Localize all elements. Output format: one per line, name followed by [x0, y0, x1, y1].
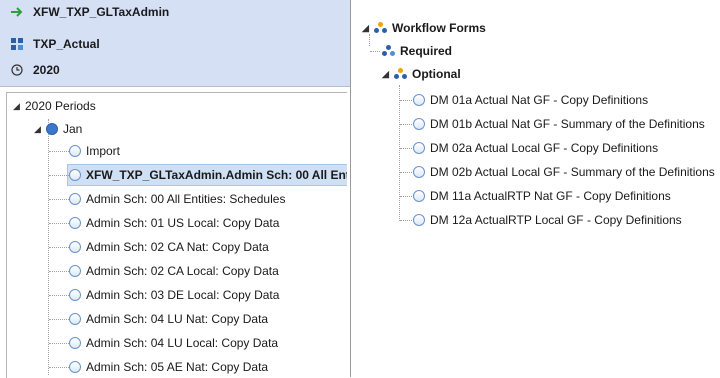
tree-connector	[400, 148, 412, 149]
tree-root-label: 2020 Periods	[25, 99, 96, 113]
workflow-name: XFW_TXP_GLTaxAdmin	[33, 5, 170, 19]
form-item[interactable]: DM 02b Actual Local GF - Summary of the …	[413, 162, 715, 182]
tree-item-selected-workflow[interactable]: XFW_TXP_GLTaxAdmin.Admin Sch: 00 All Ent…	[69, 165, 347, 185]
status-circle-icon	[69, 193, 81, 205]
time-value: 2020	[33, 63, 60, 77]
tree-connector	[49, 367, 69, 368]
tree-connector	[370, 51, 380, 52]
form-item-label: DM 11a ActualRTP Nat GF - Copy Definitio…	[430, 189, 671, 203]
tree-item-schedule[interactable]: Admin Sch: 03 DE Local: Copy Data	[69, 285, 279, 305]
tree-item-label: Admin Sch: 04 LU Nat: Copy Data	[86, 312, 269, 326]
clock-icon	[10, 64, 24, 76]
tree-connector	[49, 319, 69, 320]
tree-item-label: XFW_TXP_GLTaxAdmin.Admin Sch: 00 All Ent…	[86, 168, 347, 182]
tree-connector	[400, 220, 412, 221]
form-item[interactable]: DM 02a Actual Local GF - Copy Definition…	[413, 138, 658, 158]
tree-connector	[400, 172, 412, 173]
tree-connector	[49, 199, 69, 200]
status-circle-icon	[413, 118, 425, 130]
tree-connector	[49, 223, 69, 224]
tree-root-periods[interactable]: ◢ 2020 Periods	[13, 96, 96, 116]
tree-item-schedule[interactable]: Admin Sch: 02 CA Nat: Copy Data	[69, 237, 269, 257]
collapse-caret-icon: ◢	[362, 22, 369, 33]
tree-connector	[49, 343, 69, 344]
status-circle-icon	[413, 190, 425, 202]
periods-tree: ◢ 2020 Periods ◢ Jan Import XFW_TXP_GLTa…	[6, 92, 347, 378]
status-circle-icon	[46, 123, 58, 135]
tree-item-label: Admin Sch: 02 CA Local: Copy Data	[86, 264, 279, 278]
status-circle-icon	[69, 217, 81, 229]
tree-item-label: Admin Sch: 05 AE Nat: Copy Data	[86, 360, 269, 374]
workflow-forms-icon	[394, 68, 408, 80]
tree-item-label: Admin Sch: 00 All Entities: Schedules	[86, 192, 286, 206]
status-circle-icon	[69, 265, 81, 277]
form-item-label: DM 02a Actual Local GF - Copy Definition…	[430, 141, 659, 155]
form-item-label: DM 02b Actual Local GF - Summary of the …	[430, 165, 715, 179]
form-item-label: DM 01a Actual Nat GF - Copy Definitions	[430, 93, 649, 107]
tree-item-label: Admin Sch: 04 LU Local: Copy Data	[86, 336, 279, 350]
status-circle-icon	[69, 241, 81, 253]
scenario-row[interactable]: TXP_Actual	[10, 34, 100, 54]
tree-item-label: Import	[86, 144, 121, 158]
tree-connector	[400, 124, 412, 125]
tree-connector	[400, 100, 412, 101]
tree-root-workflow-forms[interactable]: ◢ Workflow Forms	[362, 18, 486, 38]
status-circle-icon	[69, 361, 81, 373]
tree-node-required[interactable]: Required	[382, 41, 452, 61]
time-row[interactable]: 2020	[10, 60, 60, 80]
form-item-label: DM 12a ActualRTP Local GF - Copy Definit…	[430, 213, 682, 227]
green-arrow-icon	[10, 6, 24, 18]
workflow-row[interactable]: XFW_TXP_GLTaxAdmin	[10, 2, 169, 22]
workflow-forms-icon	[382, 45, 396, 57]
tree-node-jan[interactable]: ◢ Jan	[34, 119, 82, 139]
status-circle-icon	[69, 289, 81, 301]
tree-connector	[400, 196, 412, 197]
tree-connector	[49, 151, 69, 152]
form-item[interactable]: DM 01b Actual Nat GF - Summary of the De…	[413, 114, 705, 134]
period-label: Jan	[63, 122, 83, 136]
tree-item-schedule[interactable]: Admin Sch: 05 AE Nat: Copy Data	[69, 357, 268, 377]
pov-info-panel: XFW_TXP_GLTaxAdmin TXP_Actual 2020	[0, 0, 350, 87]
scenario-name: TXP_Actual	[33, 37, 100, 51]
tree-connector	[49, 271, 69, 272]
collapse-caret-icon: ◢	[13, 100, 20, 111]
form-item-label: DM 01b Actual Nat GF - Summary of the De…	[430, 117, 705, 131]
status-circle-icon	[69, 145, 81, 157]
status-circle-icon	[69, 169, 81, 181]
status-circle-icon	[413, 94, 425, 106]
status-circle-icon	[69, 313, 81, 325]
tree-node-optional[interactable]: ◢ Optional	[382, 64, 461, 84]
tree-connector	[399, 85, 400, 221]
required-label: Required	[400, 44, 453, 58]
status-circle-icon	[413, 166, 425, 178]
status-circle-icon	[413, 214, 425, 226]
tree-item-schedule[interactable]: Admin Sch: 04 LU Local: Copy Data	[69, 333, 278, 353]
status-circle-icon	[69, 337, 81, 349]
collapse-caret-icon: ◢	[34, 123, 41, 134]
form-item[interactable]: DM 11a ActualRTP Nat GF - Copy Definitio…	[413, 186, 671, 206]
tree-connector	[49, 247, 69, 248]
tree-item-label: Admin Sch: 03 DE Local: Copy Data	[86, 288, 280, 302]
workflow-forms-icon	[374, 22, 388, 34]
form-item[interactable]: DM 12a ActualRTP Local GF - Copy Definit…	[413, 210, 682, 230]
tree-connector	[49, 175, 69, 176]
tree-item-label: Admin Sch: 02 CA Nat: Copy Data	[86, 240, 269, 254]
tree-connector	[49, 295, 69, 296]
tree-item-schedule[interactable]: Admin Sch: 02 CA Local: Copy Data	[69, 261, 279, 281]
tree-item-label: Admin Sch: 01 US Local: Copy Data	[86, 216, 280, 230]
optional-label: Optional	[412, 67, 461, 81]
tree-item-schedule[interactable]: Admin Sch: 04 LU Nat: Copy Data	[69, 309, 268, 329]
scenario-grid-icon	[10, 38, 24, 50]
tree-item-schedule[interactable]: Admin Sch: 01 US Local: Copy Data	[69, 213, 279, 233]
status-circle-icon	[413, 142, 425, 154]
left-pane: XFW_TXP_GLTaxAdmin TXP_Actual 2020 ◢ 202…	[0, 0, 351, 378]
tree-root-label: Workflow Forms	[392, 21, 486, 35]
form-item[interactable]: DM 01a Actual Nat GF - Copy Definitions	[413, 90, 648, 110]
tree-item-schedule[interactable]: Admin Sch: 00 All Entities: Schedules	[69, 189, 285, 209]
workflow-forms-pane: ◢ Workflow Forms Required ◢ Optional DM …	[352, 0, 720, 377]
collapse-caret-icon: ◢	[382, 68, 389, 79]
tree-item-import[interactable]: Import	[69, 141, 120, 161]
